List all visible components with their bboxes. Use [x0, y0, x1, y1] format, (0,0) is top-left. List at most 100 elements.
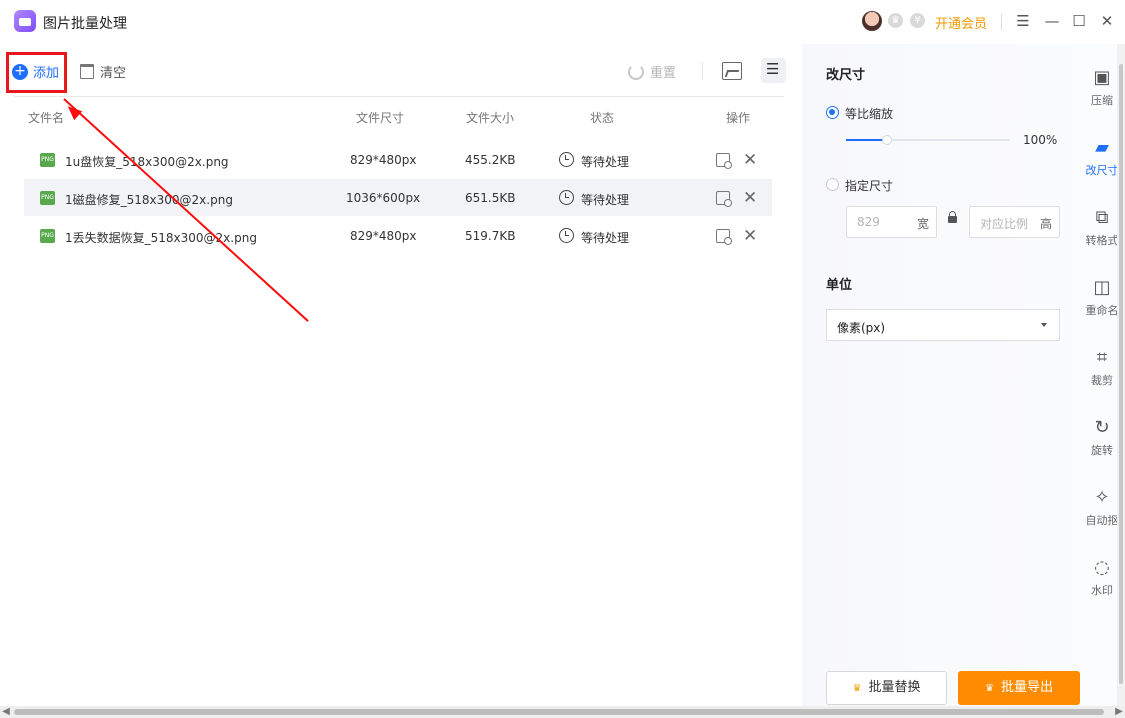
batch-export-button[interactable]: ♛ 批量导出 [958, 671, 1080, 705]
reset-button[interactable]: 重置 [628, 62, 676, 81]
toolbar-divider-line [14, 96, 784, 97]
table-row[interactable]: PNG 1u盘恢复_518x300@2x.png 829*480px 455.2… [24, 141, 772, 178]
height-field[interactable]: 对应比例 高 [969, 206, 1060, 238]
reset-label: 重置 [650, 66, 677, 81]
horizontal-scrollbar-thumb[interactable] [14, 709, 1104, 715]
file-dimensions: 829*480px [350, 229, 417, 243]
width-unit: 宽 [916, 217, 929, 231]
header-status: 状态 [590, 111, 615, 125]
scale-slider-fill [846, 139, 885, 141]
preview-icon[interactable] [716, 153, 732, 169]
table-row[interactable]: PNG 1丢失数据恢复_518x300@2x.png 829*480px 519… [24, 217, 772, 254]
image-view-icon[interactable] [722, 62, 742, 80]
remove-file-icon[interactable]: ✕ [743, 188, 757, 208]
waiting-clock-icon [559, 190, 574, 205]
remove-file-icon[interactable]: ✕ [743, 150, 757, 170]
unit-selected-value: 像素(px) [837, 321, 886, 335]
rotate-icon: ↻ [1094, 417, 1110, 438]
file-status: 等待处理 [581, 155, 630, 169]
scroll-left-icon[interactable]: ◀ [0, 706, 12, 718]
tab-crop-label: 裁剪 [1091, 374, 1113, 387]
file-dimensions: 829*480px [350, 153, 417, 167]
add-button-highlight [6, 52, 67, 93]
avatar[interactable] [862, 11, 882, 31]
height-value: 对应比例 [980, 217, 1029, 231]
tab-rotate-label: 旋转 [1091, 444, 1113, 457]
cutout-icon: ✧ [1094, 487, 1110, 508]
right-scrollbar-thumb[interactable] [1119, 64, 1123, 684]
crown-icon: ♛ [985, 683, 994, 694]
menu-icon[interactable]: ☰ [1013, 11, 1033, 31]
trash-icon [80, 64, 94, 79]
app-title: 图片批量处理 [43, 16, 127, 32]
resize-icon: ▰ [1095, 137, 1109, 158]
file-name: 1磁盘修复_518x300@2x.png [65, 193, 233, 207]
lock-ratio-icon[interactable] [948, 211, 957, 223]
batch-replace-button[interactable]: ♛ 批量替换 [826, 671, 947, 705]
tab-compress-label: 压缩 [1091, 94, 1113, 107]
chevron-down-icon [1041, 323, 1047, 327]
file-dimensions: 1036*600px [346, 191, 421, 205]
header-filename: 文件名 [28, 111, 65, 125]
clear-label: 清空 [100, 66, 127, 81]
preview-icon[interactable] [716, 191, 732, 207]
horizontal-scrollbar[interactable]: ◀ ▶ [0, 706, 1125, 718]
crop-icon: ⌗ [1096, 347, 1108, 368]
png-file-icon: PNG [40, 191, 55, 205]
table-row[interactable]: PNG 1磁盘修复_518x300@2x.png 1036*600px 651.… [24, 179, 772, 216]
list-view-icon[interactable] [761, 58, 786, 83]
clear-button[interactable]: 清空 [80, 62, 126, 81]
preview-icon[interactable] [716, 229, 732, 245]
proportional-scale-radio[interactable] [826, 106, 839, 119]
scale-percent: 100% [1023, 133, 1058, 147]
resize-panel-title: 改尺寸 [826, 68, 866, 83]
compress-icon: ▣ [1093, 67, 1111, 88]
header-file-size: 文件大小 [466, 111, 515, 125]
scroll-right-icon[interactable]: ▶ [1113, 706, 1125, 718]
waiting-clock-icon [559, 228, 574, 243]
width-field[interactable]: 829 宽 [846, 206, 937, 238]
tab-resize-label: 改尺寸 [1085, 164, 1119, 177]
window-control-divider [1001, 14, 1002, 30]
tab-rename-label: 重命名 [1085, 304, 1119, 317]
open-vip-link[interactable]: 开通会员 [935, 13, 987, 32]
unit-title: 单位 [826, 278, 853, 293]
header-actions: 操作 [726, 111, 751, 125]
file-name: 1u盘恢复_518x300@2x.png [65, 155, 229, 169]
crown-icon: ♛ [852, 683, 862, 694]
scale-slider-track[interactable] [846, 139, 1010, 141]
header-dimensions: 文件尺寸 [356, 111, 405, 125]
file-size: 651.5KB [465, 191, 516, 205]
unit-select[interactable]: 像素(px) [826, 309, 1060, 341]
convert-icon: ⧉ [1095, 207, 1109, 228]
waiting-clock-icon [559, 152, 574, 167]
file-table-header: 文件名 文件尺寸 文件大小 状态 操作 [14, 109, 784, 129]
png-file-icon: PNG [40, 153, 55, 167]
right-scrollbar[interactable] [1117, 44, 1125, 706]
crown-badge-icon: ♛ [888, 13, 903, 28]
custom-size-label: 指定尺寸 [845, 179, 894, 193]
tab-convert-label: 转格式 [1085, 234, 1119, 247]
file-status: 等待处理 [581, 193, 630, 207]
tab-cutout-label: 自动抠 [1085, 514, 1119, 527]
remove-file-icon[interactable]: ✕ [743, 226, 757, 246]
file-size: 519.7KB [465, 229, 516, 243]
close-window-icon[interactable]: ✕ [1097, 11, 1117, 31]
file-size: 455.2KB [465, 153, 516, 167]
batch-replace-label: 批量替换 [868, 680, 921, 695]
rename-icon: ◫ [1093, 277, 1111, 298]
title-bar: 图片批量处理 ♛ ¥ 开通会员 ☰ — ☐ ✕ [0, 0, 1125, 44]
custom-size-radio[interactable] [826, 178, 839, 191]
scale-slider-knob[interactable] [882, 135, 892, 145]
proportional-scale-label: 等比缩放 [845, 107, 894, 121]
maximize-icon[interactable]: ☐ [1069, 11, 1089, 31]
coin-badge-icon: ¥ [910, 13, 925, 28]
file-name: 1丢失数据恢复_518x300@2x.png [65, 231, 257, 245]
tab-watermark-label: 水印 [1091, 584, 1113, 597]
height-unit: 高 [1039, 217, 1052, 231]
batch-export-label: 批量导出 [1000, 680, 1053, 695]
minimize-icon[interactable]: — [1042, 11, 1062, 31]
toolbar-divider [702, 62, 703, 80]
file-status: 等待处理 [581, 231, 630, 245]
watermark-icon: ◌ [1094, 557, 1110, 578]
